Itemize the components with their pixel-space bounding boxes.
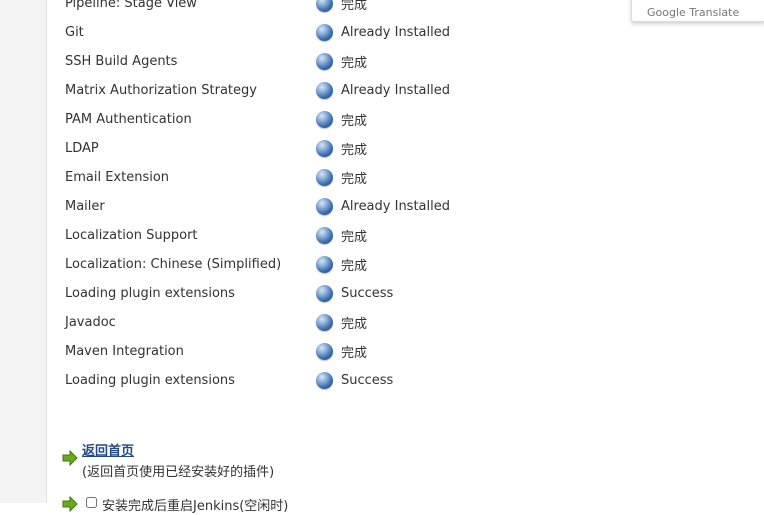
plugin-row: Email Extension 完成 [65, 163, 585, 192]
plugin-name: Localization Support [65, 228, 198, 243]
plugin-name: Loading plugin extensions [65, 286, 235, 301]
restart-label: 安装完成后重启Jenkins(空闲时) [102, 499, 289, 514]
plugin-row: Mailer Already Installed [65, 192, 585, 221]
blue-ball-icon [316, 82, 333, 99]
status-label: 完成 [341, 317, 368, 332]
green-arrow-icon [62, 449, 78, 467]
plugin-status: Already Installed [316, 76, 585, 105]
left-gutter [0, 0, 47, 503]
translate-popup-label: Google Translate [647, 6, 740, 19]
plugin-row: Pipeline: Stage View 完成 [65, 0, 585, 18]
blue-ball-icon [316, 24, 333, 41]
plugin-status: 完成 [316, 221, 585, 250]
blue-ball-icon [316, 0, 333, 12]
plugin-status: 完成 [316, 337, 585, 366]
status-label: 完成 [341, 230, 368, 245]
plugin-row: Loading plugin extensions Success [65, 366, 585, 395]
blue-ball-icon [316, 111, 333, 128]
plugin-row: PAM Authentication 完成 [65, 105, 585, 134]
plugin-name: Email Extension [65, 170, 170, 185]
blue-ball-icon [316, 53, 333, 70]
status-label: 完成 [341, 0, 368, 13]
status-label: 完成 [341, 114, 368, 129]
plugin-row: Git Already Installed [65, 18, 585, 47]
status-label: 完成 [341, 346, 368, 361]
status-label: 完成 [341, 143, 368, 158]
plugin-row: SSH Build Agents 完成 [65, 47, 585, 76]
blue-ball-icon [316, 140, 333, 157]
blue-ball-icon [316, 256, 333, 273]
plugin-name: Javadoc [65, 315, 116, 330]
plugin-row: Maven Integration 完成 [65, 337, 585, 366]
plugin-status: 完成 [316, 105, 585, 134]
plugin-status: 完成 [316, 250, 585, 279]
status-label: Already Installed [341, 199, 450, 214]
plugin-name: Maven Integration [65, 344, 184, 359]
go-home-description: (返回首页使用已经安装好的插件) [82, 465, 275, 480]
blue-ball-icon [316, 198, 333, 215]
plugin-name: Pipeline: Stage View [65, 0, 197, 11]
plugin-name: Loading plugin extensions [65, 373, 235, 388]
status-label: 完成 [341, 56, 368, 71]
plugin-status: Already Installed [316, 192, 585, 221]
plugin-status: 完成 [316, 134, 585, 163]
plugin-row: Loading plugin extensions Success [65, 279, 585, 308]
status-label: Success [341, 373, 394, 388]
plugin-name: Git [65, 25, 84, 40]
main-content: Pipeline: Stage View 完成 Git Already Inst… [47, 0, 764, 514]
plugin-status: 完成 [316, 163, 585, 192]
plugin-name: Matrix Authorization Strategy [65, 83, 257, 98]
plugin-name: PAM Authentication [65, 112, 192, 127]
status-label: 完成 [341, 259, 368, 274]
plugin-name: LDAP [65, 141, 99, 156]
status-label: Already Installed [341, 25, 450, 40]
plugin-status: 完成 [316, 0, 585, 18]
plugin-row: LDAP 完成 [65, 134, 585, 163]
blue-ball-icon [316, 314, 333, 331]
status-label: 完成 [341, 172, 368, 187]
plugin-status: Already Installed [316, 18, 585, 47]
blue-ball-icon [316, 227, 333, 244]
green-arrow-icon [62, 495, 78, 513]
blue-ball-icon [316, 169, 333, 186]
go-home-link[interactable]: 返回首页 [82, 440, 134, 459]
plugin-status: Success [316, 366, 585, 395]
plugin-status: 完成 [316, 308, 585, 337]
plugin-name: Localization: Chinese (Simplified) [65, 257, 282, 272]
plugin-status: 完成 [316, 47, 585, 76]
plugin-install-table: Pipeline: Stage View 完成 Git Already Inst… [65, 0, 585, 395]
plugin-status: Success [316, 279, 585, 308]
plugin-row: Javadoc 完成 [65, 308, 585, 337]
plugin-row: Localization: Chinese (Simplified) 完成 [65, 250, 585, 279]
status-label: Already Installed [341, 83, 450, 98]
status-label: Success [341, 286, 394, 301]
plugin-row: Localization Support 完成 [65, 221, 585, 250]
plugin-row: Matrix Authorization Strategy Already In… [65, 76, 585, 105]
blue-ball-icon [316, 372, 333, 389]
blue-ball-icon [316, 285, 333, 302]
translate-popup[interactable]: Google Translate [631, 0, 764, 22]
plugin-name: Mailer [65, 199, 105, 214]
plugin-name: SSH Build Agents [65, 54, 178, 69]
blue-ball-icon [316, 343, 333, 360]
